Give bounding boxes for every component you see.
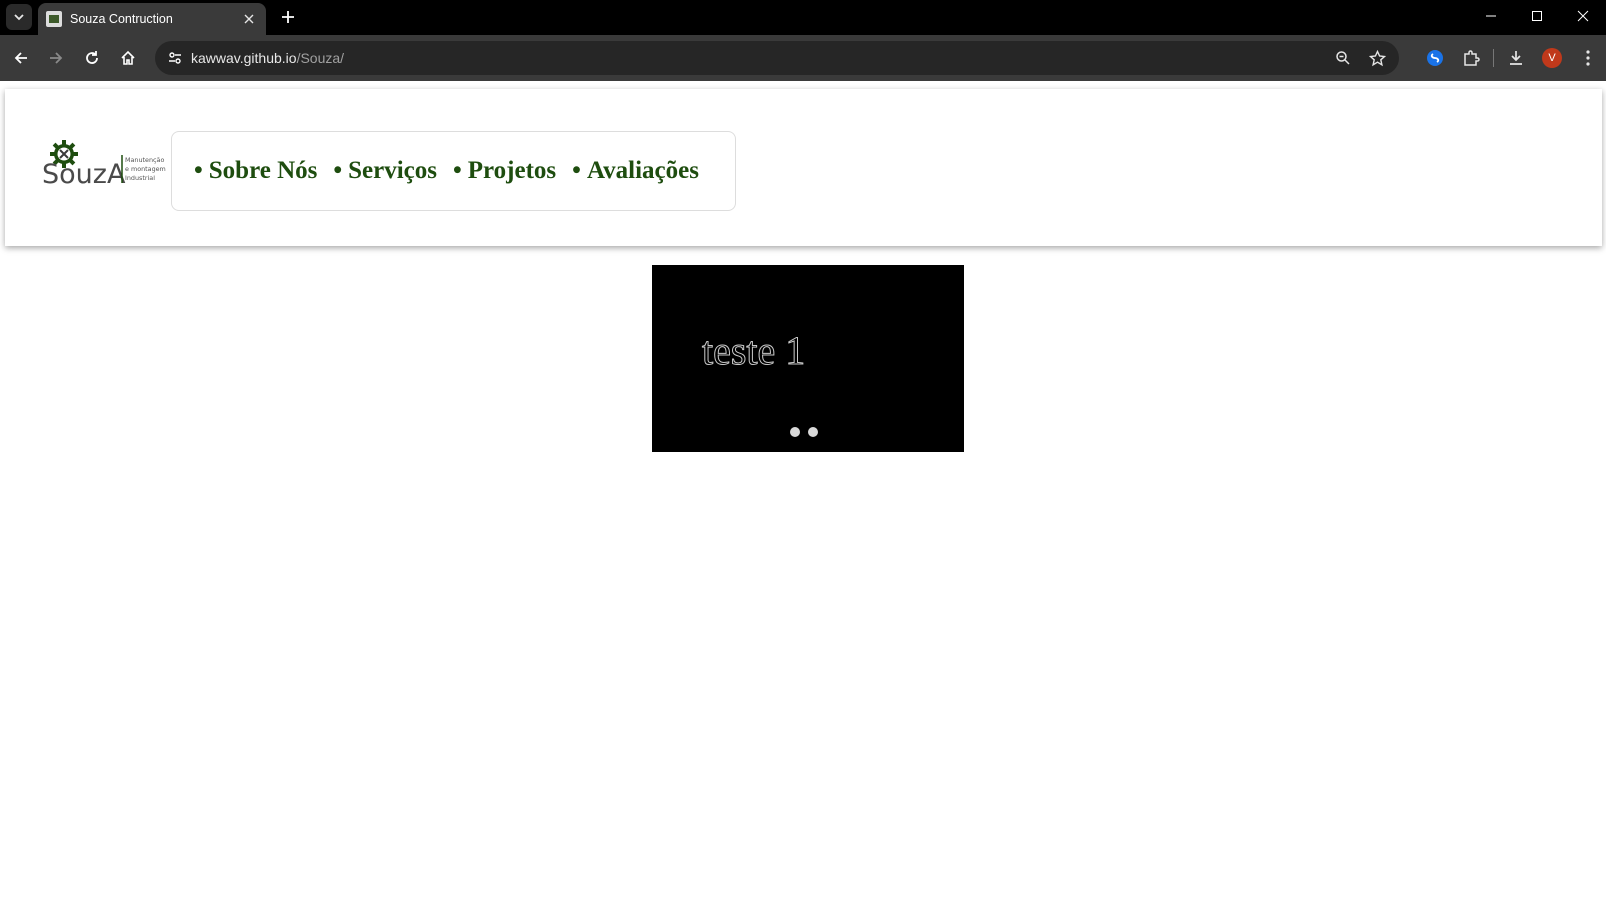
url-text: kawwav.github.io/Souza/ — [191, 50, 344, 66]
nav-bullet: • — [453, 157, 462, 184]
home-button[interactable] — [114, 44, 142, 72]
bookmark-button[interactable] — [1363, 44, 1391, 72]
forward-button[interactable] — [42, 44, 70, 72]
site-info-button[interactable] — [161, 44, 189, 72]
tune-icon — [169, 52, 181, 64]
nav-label: Serviços — [348, 157, 437, 184]
url-path: /Souza/ — [296, 50, 345, 66]
nav-label: Avaliações — [586, 157, 699, 184]
nav-label: Projetos — [467, 157, 557, 184]
active-tab[interactable]: Souza Contruction — [38, 3, 266, 35]
shazam-extension-button[interactable] — [1417, 44, 1453, 72]
gear-wrench-logo-icon: SouzA Manutenção e montagem Industrial — [42, 140, 166, 190]
site-header: SouzA Manutenção e montagem Industrial •… — [5, 89, 1602, 246]
slide-caption: teste 1 — [701, 328, 806, 374]
minimize-button[interactable] — [1468, 0, 1514, 32]
arrow-right-icon — [50, 52, 63, 64]
reload-icon — [86, 51, 98, 64]
plus-icon — [282, 11, 294, 23]
tab-favicon-icon — [46, 11, 62, 27]
logo-tagline-2: e montagem — [125, 165, 166, 173]
url-host: kawwav.github.io — [191, 50, 297, 66]
browser-tabstrip: Souza Contruction — [0, 0, 1606, 35]
downloads-button[interactable] — [1498, 44, 1534, 72]
browser-toolbar: kawwav.github.io/Souza/ V — [0, 35, 1606, 81]
address-bar-actions — [1329, 44, 1391, 72]
site-logo[interactable]: SouzA Manutenção e montagem Industrial — [40, 139, 170, 190]
more-vertical-icon — [1586, 50, 1590, 66]
tab-close-button[interactable] — [240, 11, 258, 27]
download-icon — [1510, 51, 1522, 65]
tab-title: Souza Contruction — [70, 12, 173, 26]
logo-tagline-3: Industrial — [125, 174, 155, 182]
slider-dot-1[interactable] — [790, 427, 800, 437]
toolbar-separator — [1493, 49, 1494, 67]
new-tab-button[interactable] — [276, 5, 300, 29]
reload-button[interactable] — [78, 44, 106, 72]
avatar: V — [1542, 48, 1562, 68]
address-bar[interactable]: kawwav.github.io/Souza/ — [155, 41, 1399, 75]
close-icon — [244, 14, 254, 24]
maximize-button[interactable] — [1514, 0, 1560, 32]
zoom-button[interactable] — [1329, 44, 1357, 72]
browser-menu-button[interactable] — [1570, 44, 1606, 72]
nav-bullet: • — [194, 157, 203, 184]
maximize-icon — [1532, 11, 1542, 21]
page-viewport: SouzA Manutenção e montagem Industrial •… — [0, 81, 1606, 900]
slider-dot-2[interactable] — [808, 427, 818, 437]
close-window-button[interactable] — [1560, 0, 1606, 32]
puzzle-icon — [1464, 50, 1480, 66]
shazam-icon — [1427, 50, 1443, 66]
zoom-icon — [1336, 51, 1350, 65]
nav-bullet: • — [572, 157, 581, 184]
home-icon — [121, 50, 135, 65]
main-nav: • Sobre Nós • Serviços • Projetos • Avaliaçõ… — [171, 131, 736, 211]
nav-bullet: • — [333, 157, 343, 184]
nav-link-sobre-nos[interactable]: • Sobre Nós — [194, 157, 317, 185]
window-controls — [1468, 0, 1606, 32]
nav-link-projetos[interactable]: • Projetos — [453, 157, 556, 185]
nav-link-servicos[interactable]: • Serviços — [333, 157, 437, 185]
close-icon — [1577, 10, 1589, 22]
profile-button[interactable]: V — [1534, 44, 1570, 72]
nav-label: Sobre Nós — [208, 157, 318, 184]
arrow-left-icon — [14, 52, 27, 64]
tab-search-button[interactable] — [6, 4, 32, 30]
toolbar-actions: V — [1417, 44, 1606, 72]
logo-tagline-1: Manutenção — [125, 156, 164, 164]
image-slider[interactable]: teste 1 — [652, 265, 964, 452]
back-button[interactable] — [7, 44, 35, 72]
minimize-icon — [1486, 15, 1496, 17]
star-icon — [1368, 49, 1386, 66]
extensions-button[interactable] — [1453, 44, 1489, 72]
logo-wordmark: SouzA — [42, 159, 126, 189]
slider-dots — [790, 427, 818, 437]
nav-link-avaliacoes[interactable]: • Avaliações — [572, 157, 699, 185]
chevron-down-icon — [14, 14, 24, 21]
